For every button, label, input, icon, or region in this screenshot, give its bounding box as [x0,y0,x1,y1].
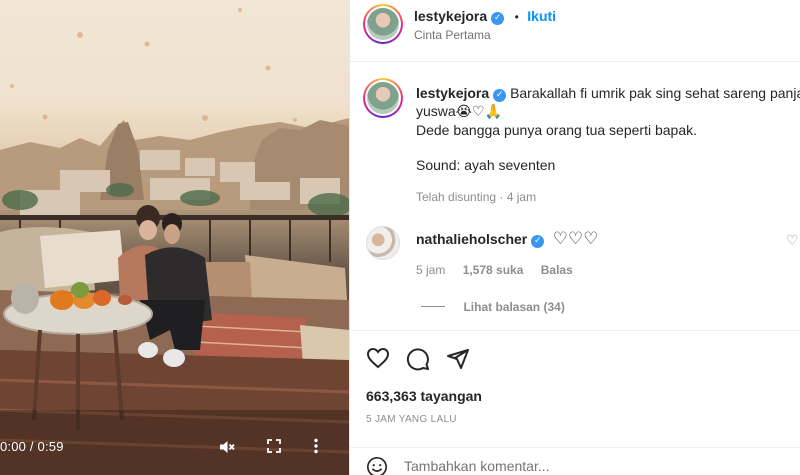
view-replies-button[interactable]: Lihat balasan (34) [421,298,565,316]
video-player[interactable]: 0:00 / 0:59 [0,0,349,475]
caption-username[interactable]: lestykejora [416,85,489,101]
caption-line-4: Sound: ayah seventen [416,157,556,173]
verified-badge-icon: ✓ [493,89,507,102]
caption-line-2: yuswa😭♡🙏 [416,103,503,119]
comment-time[interactable]: 5 jam [416,263,445,277]
verified-badge-icon: ✓ [531,235,545,248]
mute-icon[interactable] [218,438,238,458]
comment-icon[interactable] [406,347,430,376]
emoji-icon[interactable] [366,456,388,475]
caption-avatar[interactable] [363,78,403,118]
post-header: lestykejora ✓ • Ikuti Cinta Pertama [350,0,800,62]
comment-reply-button[interactable]: Balas [541,263,573,277]
more-options-icon[interactable] [313,438,333,458]
caption-line-1: Barakallah fi umrik pak sing sehat saren… [510,85,800,101]
caption-text: lestykejora ✓ Barakallah fi umrik pak sin… [416,84,800,102]
post-panel: lestykejora ✓ • Ikuti Cinta Pertama lesty… [349,0,800,475]
header-separator: • [514,10,519,24]
view-replies-label: Lihat balasan (34) [463,300,565,314]
author-avatar[interactable] [363,4,403,44]
posted-time[interactable]: 5 JAM YANG LALU [366,414,457,425]
header-user-row: lestykejora ✓ • Ikuti [414,8,556,26]
replies-divider [421,306,445,307]
follow-button[interactable]: Ikuti [527,8,556,24]
comment-body: nathalieholscher ✓ ♡♡♡ [416,229,598,249]
video-timecode: 0:00 / 0:59 [0,439,64,454]
comment-meta: 5 jam 1,578 suka Balas [416,263,573,277]
comment-like-icon[interactable]: ♡ [786,232,799,249]
comment-likes[interactable]: 1,578 suka [463,263,524,277]
comment-username[interactable]: nathalieholscher [416,231,527,247]
comment-text: ♡♡♡ [552,229,599,248]
like-icon[interactable] [366,347,390,374]
header-username[interactable]: lestykejora [414,8,487,24]
audio-label[interactable]: Cinta Pertama [414,28,491,42]
view-count[interactable]: 663,363 tayangan [366,388,482,404]
caption-edited-time: Telah disunting · 4 jam [416,190,537,204]
fullscreen-icon[interactable] [266,438,286,458]
share-icon[interactable] [446,347,470,376]
add-comment-bar [350,447,800,475]
caption-line-3: Dede bangga punya orang tua seperti bapa… [416,122,697,138]
add-comment-input[interactable] [404,457,764,475]
verified-badge-icon: ✓ [491,12,505,25]
video-frame [0,8,349,475]
comment-avatar[interactable] [366,226,400,260]
